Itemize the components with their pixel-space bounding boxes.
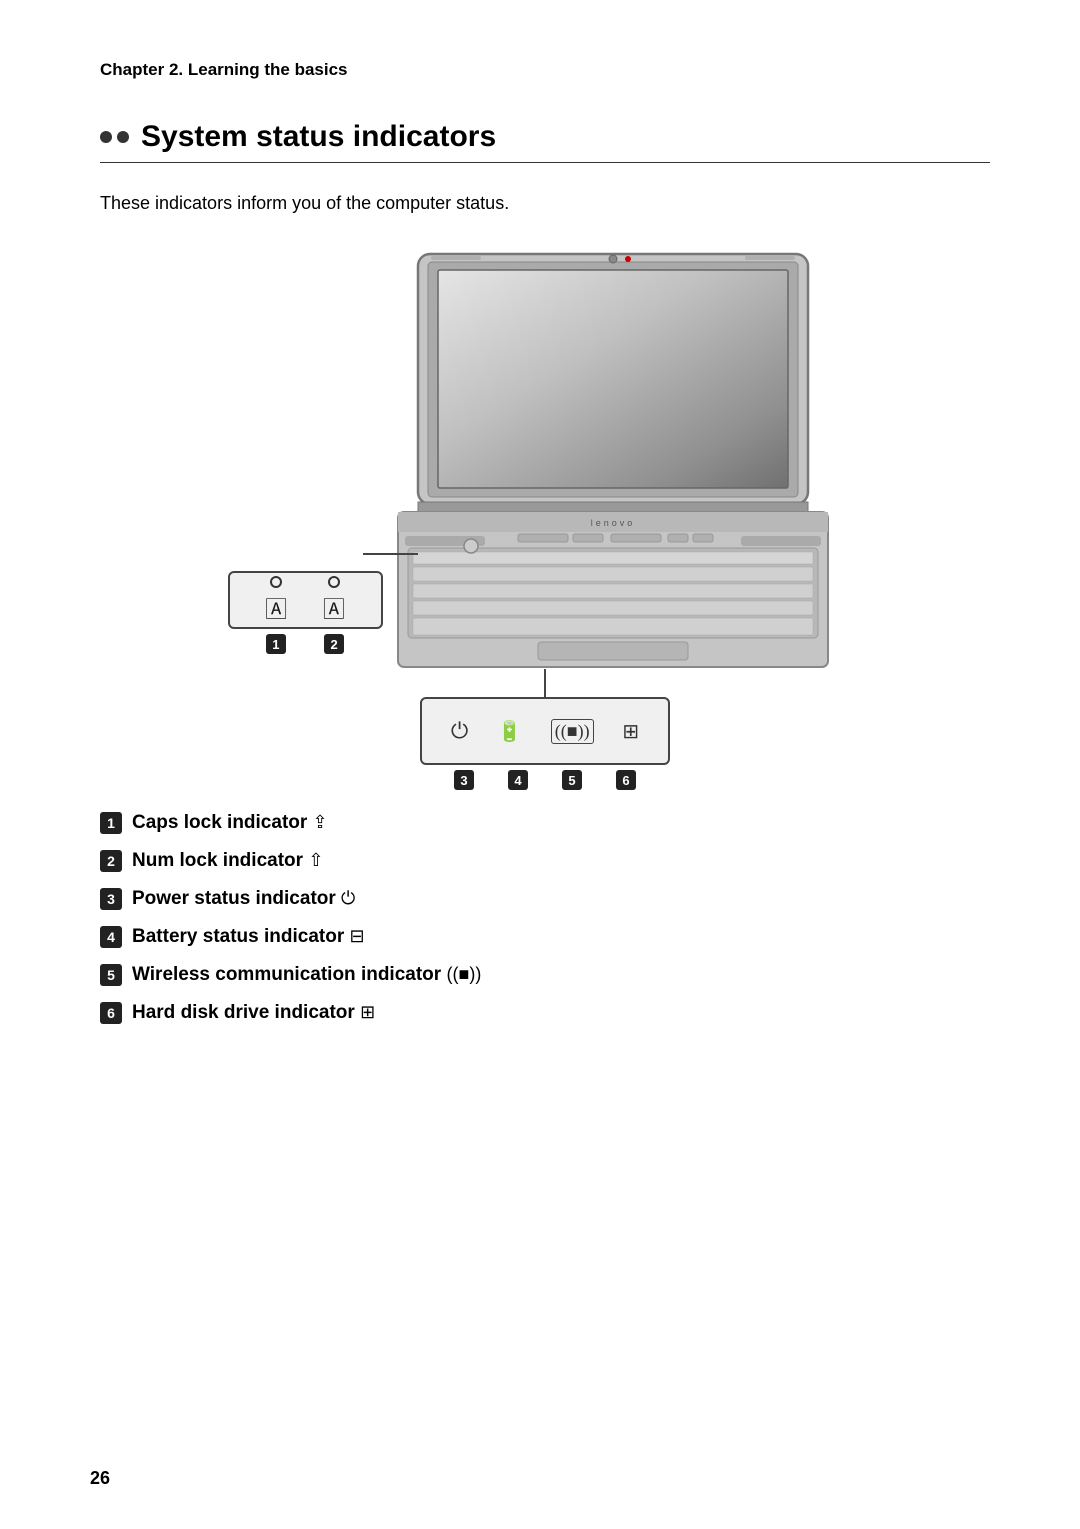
svg-text:lenovo: lenovo (590, 518, 635, 528)
description-list: 1 Caps lock indicator ⇪ 2 Num lock indic… (100, 810, 990, 1024)
num-lock-indicator: 🄰 (323, 576, 345, 624)
desc-item-4: 4 Battery status indicator ⊟ (100, 924, 990, 948)
desc-text-5: Wireless communication indicator ((■)) (132, 964, 481, 986)
wireless-indicator: ((■)) (551, 719, 594, 744)
desc-num-5: 5 (100, 964, 122, 986)
laptop-illustration: lenovo (363, 244, 863, 674)
desc-text-4: Battery status indicator ⊟ (132, 926, 365, 948)
desc-item-5: 5 Wireless communication indicator ((■)) (100, 962, 990, 986)
page-number: 26 (90, 1468, 110, 1489)
dot-1 (100, 131, 112, 143)
desc-num-1: 1 (100, 812, 122, 834)
badge-2: 2 (324, 634, 344, 654)
num-lock-circle (328, 576, 340, 588)
num-lock-icon: 🄰 (323, 592, 345, 624)
top-indicator-box: 🄰 🄰 (228, 571, 383, 629)
page: Chapter 2. Learning the basics System st… (0, 0, 1080, 1529)
dot-2 (117, 131, 129, 143)
row-with-laptop: 🄰 🄰 1 2 (228, 244, 863, 674)
desc-num-6: 6 (100, 1002, 122, 1024)
intro-text: These indicators inform you of the compu… (100, 193, 990, 214)
section-dots (100, 131, 129, 143)
wireless-icon: ((■)) (551, 719, 594, 744)
badge-4: 4 (508, 770, 528, 790)
section-title: System status indicators (141, 120, 496, 154)
caps-lock-circle (270, 576, 282, 588)
desc-num-3: 3 (100, 888, 122, 910)
battery-indicator: 🔋 (497, 719, 522, 744)
top-box-numbers: 1 2 (228, 634, 383, 654)
chapter-heading: Chapter 2. Learning the basics (100, 60, 990, 80)
desc-num-4: 4 (100, 926, 122, 948)
badge-6: 6 (616, 770, 636, 790)
bottom-indicator-box: ⏻ 🔋 ((■)) ⊞ (420, 697, 670, 765)
desc-text-1: Caps lock indicator ⇪ (132, 812, 328, 834)
num-lock-desc-icon: ⇧ (308, 850, 323, 870)
laptop-svg: lenovo (363, 244, 863, 674)
desc-item-6: 6 Hard disk drive indicator ⊞ (100, 1000, 990, 1024)
desc-item-3: 3 Power status indicator ⏻ (100, 886, 990, 910)
badge-5: 5 (562, 770, 582, 790)
power-desc-icon: ⏻ (341, 888, 355, 908)
desc-text-6: Hard disk drive indicator ⊞ (132, 1002, 375, 1024)
badge-1: 1 (266, 634, 286, 654)
section-title-wrapper: System status indicators (100, 120, 990, 163)
bottom-box-numbers: 3 4 5 6 (420, 770, 670, 790)
wireless-desc-icon: ((■)) (446, 964, 481, 984)
desc-text-2: Num lock indicator ⇧ (132, 850, 323, 872)
caps-lock-indicator: 🄰 (265, 576, 287, 624)
power-icon: ⏻ (451, 718, 468, 744)
power-indicator: ⏻ (451, 718, 468, 744)
battery-desc-icon: ⊟ (350, 926, 365, 946)
desc-item-2: 2 Num lock indicator ⇧ (100, 848, 990, 872)
hdd-icon: ⊞ (622, 719, 639, 744)
caps-lock-icon: 🄰 (265, 592, 287, 624)
hdd-indicator: ⊞ (622, 719, 639, 744)
left-indicator-panel: 🄰 🄰 1 2 (228, 571, 383, 654)
desc-item-1: 1 Caps lock indicator ⇪ (100, 810, 990, 834)
badge-3: 3 (454, 770, 474, 790)
desc-text-3: Power status indicator ⏻ (132, 888, 355, 910)
battery-icon: 🔋 (497, 719, 522, 744)
hdd-desc-icon: ⊞ (360, 1002, 375, 1022)
desc-num-2: 2 (100, 850, 122, 872)
caps-lock-desc-icon: ⇪ (313, 812, 328, 832)
diagram-wrapper: 🄰 🄰 1 2 (100, 244, 990, 790)
bottom-indicator-panel: ⏻ 🔋 ((■)) ⊞ 3 4 5 6 (420, 669, 670, 790)
